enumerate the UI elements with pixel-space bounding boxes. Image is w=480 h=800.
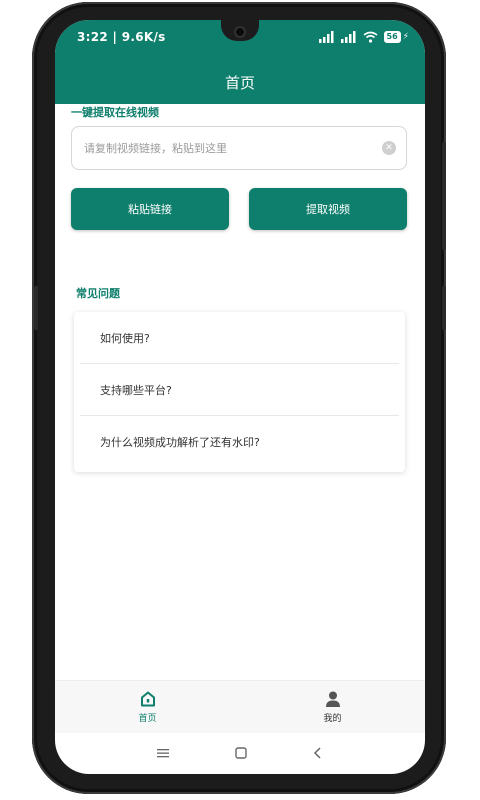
phone-side-button: [442, 142, 446, 250]
tab-mine-label: 我的: [323, 714, 342, 724]
phone-side-button: [442, 286, 446, 330]
faq-section-label: 常见问题: [76, 287, 120, 300]
tab-mine[interactable]: 我的: [240, 681, 425, 733]
faq-item-watermark[interactable]: 为什么视频成功解析了还有水印?: [74, 416, 405, 467]
back-icon[interactable]: [312, 746, 324, 760]
status-speed: 9.6K/s: [121, 30, 166, 44]
menu-icon[interactable]: [156, 747, 170, 759]
extract-video-button[interactable]: 提取视频: [249, 188, 407, 230]
extract-section-label: 一键提取在线视频: [71, 106, 159, 119]
home-icon: [140, 691, 155, 707]
system-nav-bar: [55, 732, 425, 774]
phone-side-button: [34, 286, 38, 330]
home-square-icon[interactable]: [234, 746, 248, 760]
app-bar: 首页: [55, 60, 425, 104]
screen: 3:22 | 9.6K/s 56 ⚡ 首页 一键提取在线视频 请复制视频链接，粘…: [55, 20, 425, 774]
faq-item-platforms[interactable]: 支持哪些平台?: [74, 364, 405, 415]
status-icons: 56 ⚡: [318, 29, 409, 45]
battery-level: 56: [383, 31, 401, 43]
status-clock: 3:22: [77, 30, 109, 44]
page-title: 首页: [224, 73, 255, 92]
link-input-box: ✕: [71, 126, 407, 170]
wifi-icon: [363, 31, 378, 43]
user-icon: [325, 691, 340, 707]
paste-link-button[interactable]: 粘贴链接: [71, 188, 229, 230]
clear-icon[interactable]: ✕: [382, 141, 396, 155]
link-input[interactable]: [82, 140, 382, 156]
front-camera: [234, 26, 246, 38]
charging-icon: ⚡: [402, 32, 409, 42]
faq-card: 如何使用? 支持哪些平台? 为什么视频成功解析了还有水印?: [74, 312, 405, 472]
battery-icon: 56 ⚡: [383, 31, 409, 43]
tab-home[interactable]: 首页: [55, 681, 240, 733]
status-time: 3:22 | 9.6K/s: [77, 30, 166, 44]
tab-home-label: 首页: [138, 714, 157, 724]
status-divider: |: [112, 30, 122, 44]
bottom-tab-bar: 首页 我的: [55, 680, 425, 733]
signal-icon: [340, 31, 356, 43]
faq-item-how-to-use[interactable]: 如何使用?: [74, 312, 405, 363]
signal-icon: [318, 31, 334, 43]
